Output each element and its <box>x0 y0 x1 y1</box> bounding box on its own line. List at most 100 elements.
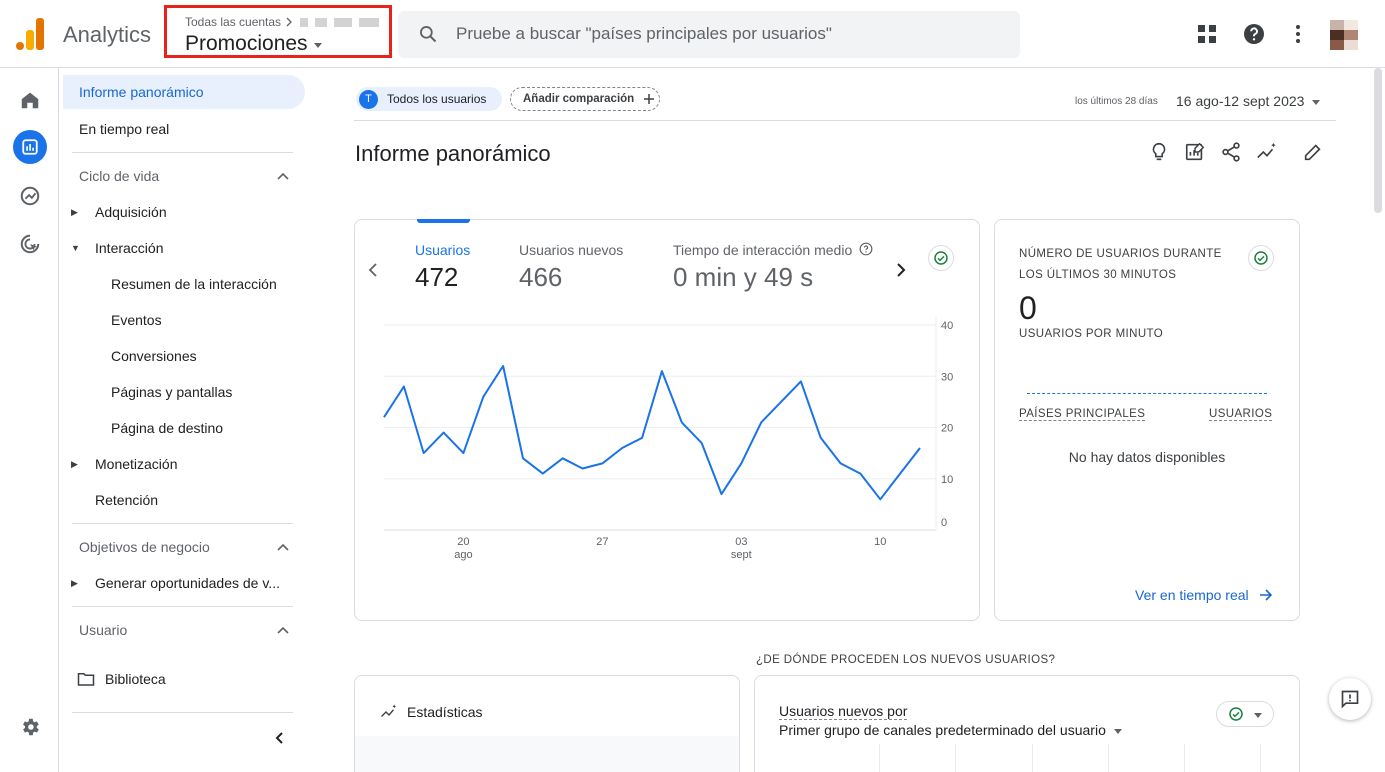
home-icon[interactable] <box>16 86 44 114</box>
chevron-up-icon <box>277 626 289 634</box>
expand-right-icon: ▶ <box>71 577 78 588</box>
nav-item-conversions[interactable]: Conversiones <box>111 339 197 373</box>
insights-body <box>355 736 739 772</box>
insights-lightbulb-icon[interactable] <box>1148 141 1170 163</box>
page-title: Informe panorámico <box>355 141 551 166</box>
bar-gridline <box>1260 744 1261 772</box>
check-circle-icon[interactable] <box>1248 245 1274 271</box>
account-selector[interactable]: Todas las cuentas Promociones <box>164 5 392 58</box>
account-crumb-label: Todas las cuentas <box>185 15 282 29</box>
metrics-chart-card: Usuarios 472 Usuarios nuevos 466 Tiempo … <box>354 219 980 621</box>
folder-icon <box>77 673 95 686</box>
nav-item-label: Biblioteca <box>105 671 166 687</box>
more-vert-icon[interactable] <box>1286 22 1310 46</box>
insights-sparkle-icon[interactable] <box>1256 141 1278 163</box>
date-range-label: los últimos 28 días <box>1075 96 1158 107</box>
chevron-right-icon[interactable] <box>895 262 907 278</box>
search-bar[interactable] <box>398 11 1020 58</box>
nav-item-label: Adquisición <box>95 204 167 220</box>
metric-value: 472 <box>415 262 459 292</box>
chevron-up-icon <box>277 543 289 551</box>
x-tick-label: 10 <box>874 536 886 548</box>
nav-item-pages-screens[interactable]: Páginas y pantallas <box>111 375 232 409</box>
help-outline-icon[interactable] <box>859 242 873 256</box>
metric-engagement-time[interactable]: Tiempo de interacción medio 0 min y 49 s <box>673 242 873 293</box>
property-name: Promociones <box>185 32 322 56</box>
nav-item-generate-leads[interactable]: ▶ Generar oportunidades de v... <box>59 566 299 600</box>
apps-grid-icon[interactable] <box>1195 22 1219 46</box>
share-icon[interactable] <box>1220 141 1242 163</box>
edit-pencil-icon[interactable] <box>1302 141 1324 163</box>
metric-users[interactable]: Usuarios 472 <box>415 242 470 293</box>
chevron-left-icon[interactable] <box>367 262 379 278</box>
caret-down-icon <box>313 43 322 48</box>
date-range-value: 16 ago-12 sept 2023 <box>1176 93 1305 109</box>
nav-item-overview[interactable]: Informe panorámico <box>63 75 305 109</box>
caret-down-icon <box>1312 100 1321 105</box>
nav-item-label: Monetización <box>95 456 178 472</box>
users-column-header[interactable]: USUARIOS <box>1209 408 1273 421</box>
chevron-right-icon <box>286 17 292 27</box>
y-tick-label: 10 <box>941 474 953 486</box>
nav-item-retention[interactable]: Retención <box>95 483 158 517</box>
insights-sparkle-icon <box>381 704 397 717</box>
date-range-picker[interactable]: 16 ago-12 sept 2023 <box>1176 93 1321 109</box>
nav-item-landing-page[interactable]: Página de destino <box>111 411 223 445</box>
nav-divider <box>72 606 293 607</box>
settings-gear-icon[interactable] <box>16 713 44 741</box>
bar-gridline <box>1184 744 1185 772</box>
app-name: Analytics <box>63 22 152 47</box>
per-minute-sparkline <box>1027 393 1267 394</box>
top-countries-header[interactable]: PAÍSES PRINCIPALES <box>1019 408 1146 421</box>
x-tick-label: 20 <box>457 536 469 548</box>
dimension-selector[interactable]: Primer grupo de canales predeterminado d… <box>779 722 1122 738</box>
per-minute-label: USUARIOS POR MINUTO <box>1019 328 1164 340</box>
collapse-nav-icon[interactable] <box>273 731 287 745</box>
analytics-logo-icon[interactable] <box>16 18 46 50</box>
nav-item-acquisition[interactable]: ▶ Adquisición <box>59 195 299 229</box>
redacted-text <box>315 17 328 27</box>
status-dropdown[interactable] <box>1216 701 1274 727</box>
nav-item-engagement[interactable]: ▼ Interacción <box>59 231 299 265</box>
nav-section-label: Objetivos de negocio <box>79 539 210 555</box>
help-icon[interactable] <box>1242 22 1266 46</box>
nav-item-realtime[interactable]: En tiempo real <box>79 112 169 146</box>
scrollbar[interactable] <box>1374 68 1382 213</box>
nav-item-monetization[interactable]: ▶ Monetización <box>59 447 299 481</box>
metric-label: Tiempo de interacción medio <box>673 242 873 258</box>
insights-title: Estadísticas <box>407 704 483 720</box>
realtime-value: 0 <box>1019 290 1037 326</box>
nav-divider <box>72 523 293 524</box>
nav-divider <box>72 152 293 153</box>
nav-item-engagement-overview[interactable]: Resumen de la interacción <box>111 267 277 301</box>
nav-section-user[interactable]: Usuario <box>79 613 299 647</box>
bar-gridline <box>955 744 956 772</box>
view-realtime-link[interactable]: Ver en tiempo real <box>1135 587 1273 603</box>
new-users-channel-card: Usuarios nuevos por Primer grupo de cana… <box>754 675 1300 772</box>
reports-icon[interactable] <box>13 130 47 164</box>
feedback-button[interactable] <box>1329 678 1371 720</box>
active-tab-indicator <box>417 219 470 223</box>
metric-new-users[interactable]: Usuarios nuevos 466 <box>519 242 623 293</box>
explore-icon[interactable] <box>16 182 44 210</box>
nav-item-events[interactable]: Eventos <box>111 303 162 337</box>
metric-label: Usuarios nuevos <box>519 242 624 258</box>
metric-value: 0 min y 49 s <box>673 262 814 292</box>
bar-gridline <box>1032 744 1033 772</box>
y-tick-label: 30 <box>941 371 953 383</box>
chip-label: Todos los usuarios <box>387 92 487 106</box>
metric-label: Usuarios <box>415 242 471 258</box>
nav-section-business[interactable]: Objetivos de negocio <box>79 530 299 564</box>
customize-report-icon[interactable] <box>1184 141 1206 163</box>
search-input[interactable] <box>456 19 996 49</box>
y-tick-label: 0 <box>941 517 947 529</box>
advertising-icon[interactable] <box>16 230 44 258</box>
nav-item-library[interactable]: Biblioteca <box>77 662 166 696</box>
avatar[interactable] <box>1330 20 1358 50</box>
metric-label-text: Tiempo de interacción medio <box>673 242 853 258</box>
audience-chip[interactable]: T Todos los usuarios <box>356 87 502 111</box>
nav-section-lifecycle[interactable]: Ciclo de vida <box>79 159 299 193</box>
add-comparison-button[interactable]: Añadir comparación <box>510 87 660 111</box>
check-circle-icon[interactable] <box>928 245 954 271</box>
header-divider <box>354 120 1336 121</box>
